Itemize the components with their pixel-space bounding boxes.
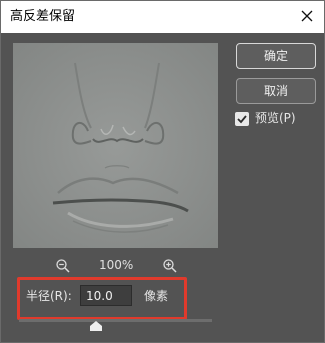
cancel-button[interactable]: 取消 [236,78,316,104]
radius-unit-label: 像素 [144,289,169,303]
zoom-level: 100% [99,258,134,272]
radius-slider-track[interactable] [19,319,212,322]
close-icon[interactable] [294,5,320,29]
preview-checkbox-label: 预览(P) [255,111,296,125]
title-bar: 高反差保留 [1,1,324,33]
radius-input[interactable] [80,285,132,306]
high-pass-dialog: 高反差保留 100% 确定 取消 预览(P) 半径(R): 10.0 像素 [0,0,325,343]
ok-button[interactable]: 确定 [236,43,316,69]
radius-slider-thumb[interactable] [90,321,103,331]
radius-label: 半径(R): [26,289,72,303]
preview-image[interactable] [13,43,218,248]
zoom-in-icon[interactable] [162,258,178,274]
zoom-out-icon[interactable] [55,258,71,274]
preview-checkbox[interactable] [235,112,249,126]
dialog-title: 高反差保留 [10,9,76,24]
